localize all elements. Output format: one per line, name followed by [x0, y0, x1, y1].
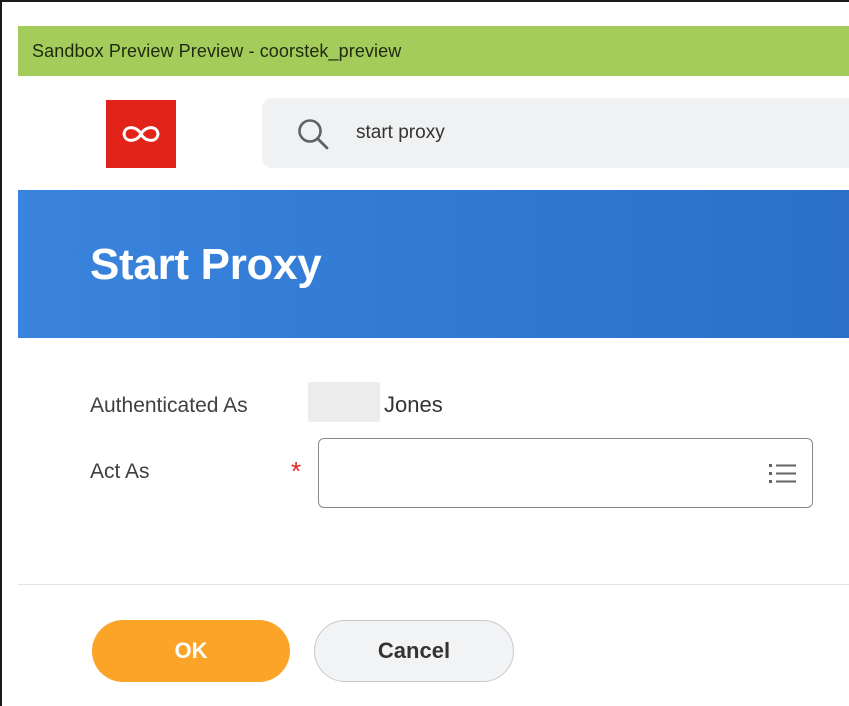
- act-as-input[interactable]: [333, 457, 753, 489]
- sandbox-banner: Sandbox Preview Preview - coorstek_previ…: [18, 26, 849, 76]
- redacted-first-name: [308, 382, 380, 422]
- required-marker: *: [291, 456, 302, 486]
- ok-button[interactable]: OK: [92, 620, 290, 682]
- infinity-icon: [122, 126, 160, 142]
- home-logo[interactable]: [106, 100, 176, 168]
- act-as-label: Act As: [90, 460, 150, 483]
- start-proxy-form: Authenticated As Jones Act As *: [18, 338, 849, 588]
- cancel-button[interactable]: Cancel: [314, 620, 514, 682]
- app-frame: Sandbox Preview Preview - coorstek_previ…: [0, 0, 849, 706]
- page-title: Start Proxy: [90, 240, 322, 289]
- page-title-band: Start Proxy: [18, 190, 849, 338]
- footer-divider: [18, 584, 849, 585]
- act-as-field[interactable]: [318, 438, 813, 508]
- list-icon[interactable]: [768, 461, 798, 487]
- authenticated-as-label: Authenticated As: [90, 394, 248, 417]
- sandbox-banner-text: Sandbox Preview Preview - coorstek_previ…: [32, 40, 402, 61]
- authenticated-as-value: Jones: [384, 392, 443, 417]
- global-search-bar[interactable]: [262, 98, 849, 168]
- search-input[interactable]: [356, 118, 836, 148]
- top-header: [18, 76, 849, 190]
- search-icon: [298, 119, 329, 150]
